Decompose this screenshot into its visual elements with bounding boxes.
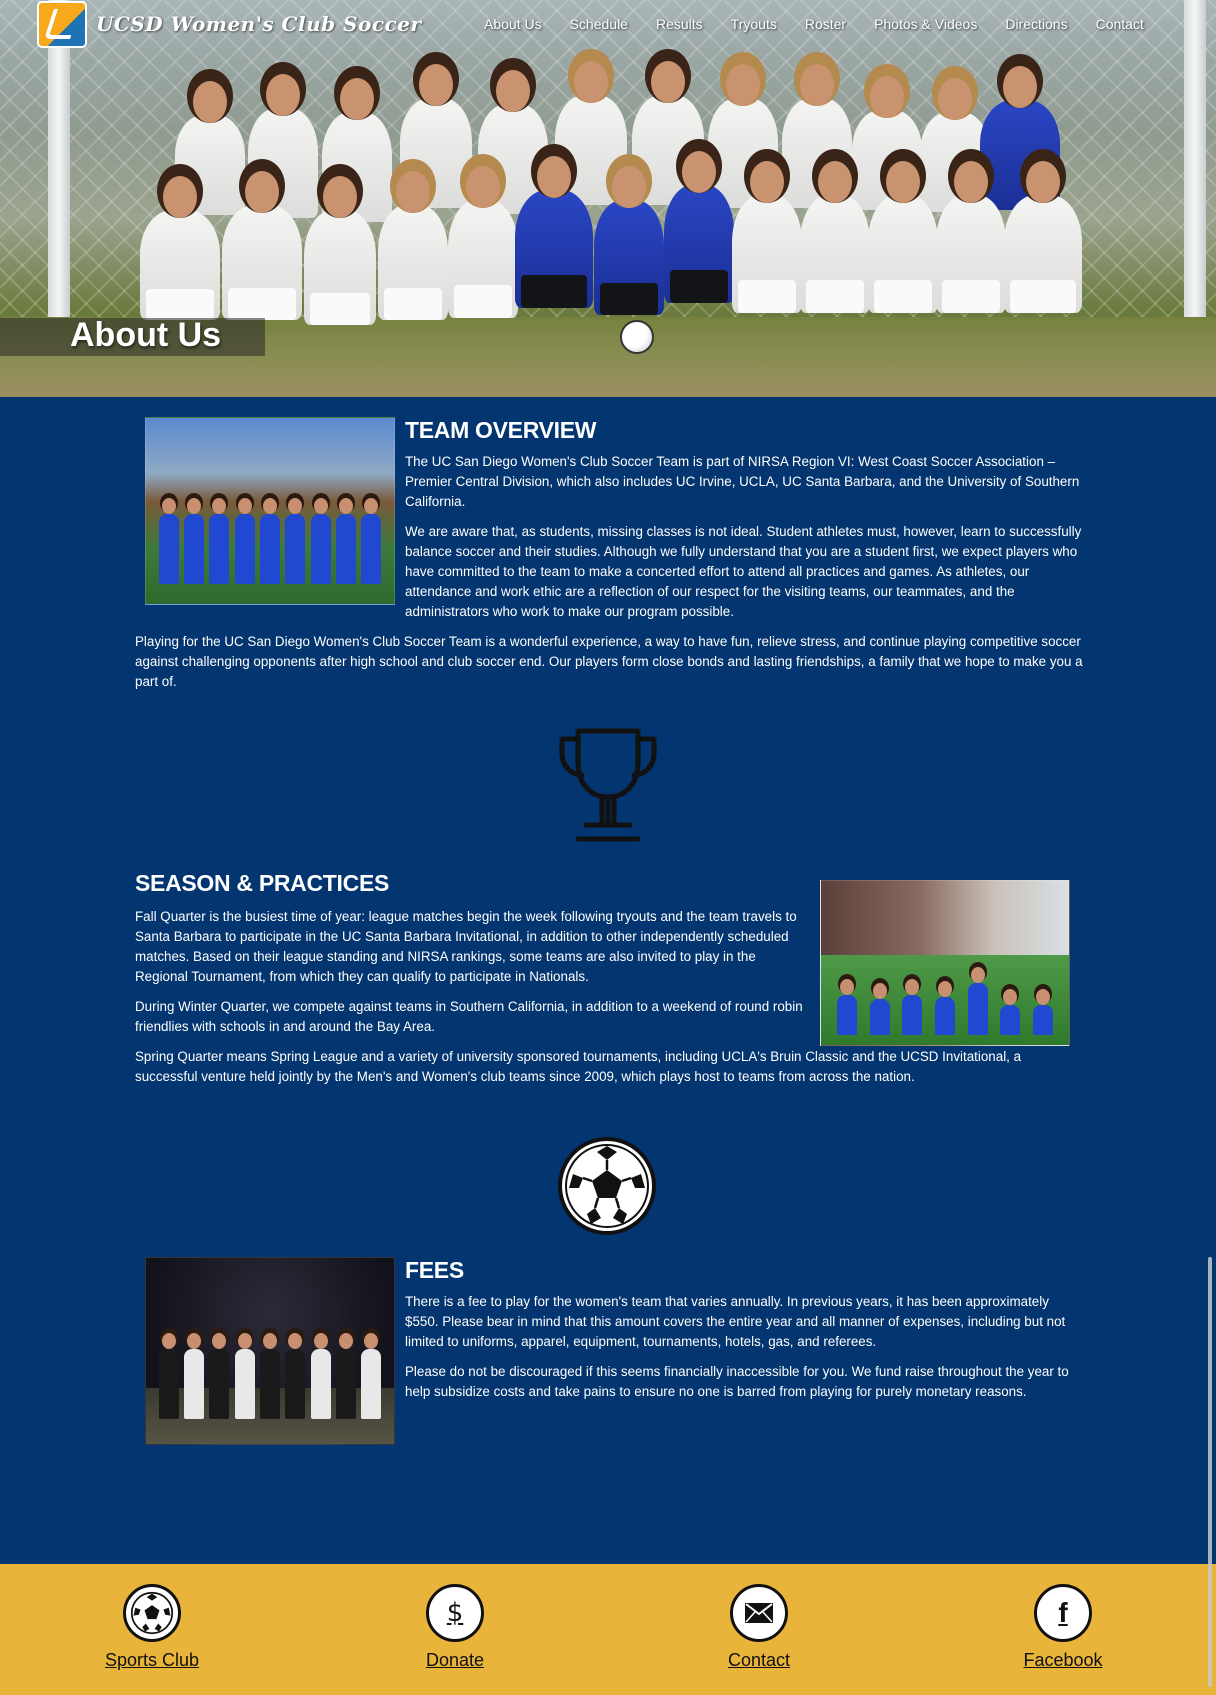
- team-player: [140, 176, 220, 320]
- fees-paragraph-2: Please do not be discouraged if this see…: [405, 1364, 1069, 1399]
- nav-tryouts[interactable]: Tryouts: [731, 16, 777, 32]
- envelope-icon: [730, 1584, 788, 1642]
- team-overview-paragraph-3: Playing for the UC San Diego Women's Clu…: [135, 634, 1083, 689]
- team-player: [515, 156, 593, 308]
- footer-contact-label: Contact: [727, 1650, 791, 1670]
- goal-post-right: [1184, 0, 1206, 320]
- fees-heading: FEES: [405, 1257, 464, 1283]
- dollar-icon: $: [426, 1584, 484, 1642]
- nav-results[interactable]: Results: [656, 16, 703, 32]
- soccer-ball: [620, 320, 654, 354]
- nav-about-us[interactable]: About Us: [484, 16, 542, 32]
- team-player: [868, 161, 938, 313]
- soccer-ball-icon: [123, 1584, 181, 1642]
- team-player: [732, 161, 802, 313]
- team-player: [304, 176, 376, 325]
- team-overview-paragraph-2: We are aware that, as students, missing …: [405, 524, 1082, 619]
- team-player: [222, 171, 302, 320]
- scrollbar[interactable]: [1208, 1257, 1212, 1687]
- team-player: [936, 161, 1006, 313]
- season-practices-paragraph-3: Spring Quarter means Spring League and a…: [135, 1049, 1022, 1084]
- team-overview-heading: TEAM OVERVIEW: [405, 417, 597, 443]
- footer-sports-club-label: Sports Club: [104, 1650, 200, 1670]
- footer-donate-label: Donate: [425, 1650, 485, 1670]
- footer: Sports Club $ Donate Contact f Facebook: [0, 1564, 1216, 1695]
- season-practices-heading: SEASON & PRACTICES: [135, 870, 390, 896]
- nav-directions[interactable]: Directions: [1005, 16, 1067, 32]
- season-practices-photo: [820, 880, 1070, 1046]
- footer-donate-link[interactable]: $ Donate: [375, 1584, 535, 1671]
- team-player: [664, 151, 734, 303]
- nav-contact[interactable]: Contact: [1096, 16, 1144, 32]
- ucsd-logo[interactable]: [37, 1, 87, 48]
- footer-facebook-link[interactable]: f Facebook: [983, 1584, 1143, 1671]
- footer-sports-club-link[interactable]: Sports Club: [72, 1584, 232, 1671]
- team-overview-paragraph-1: The UC San Diego Women's Club Soccer Tea…: [405, 454, 1080, 509]
- trophy-icon: [559, 728, 657, 842]
- site-brand[interactable]: UCSD Women's Club Soccer: [96, 12, 421, 36]
- nav-roster[interactable]: Roster: [805, 16, 846, 32]
- nav-schedule[interactable]: Schedule: [570, 16, 628, 32]
- team-player: [1004, 161, 1082, 313]
- season-practices-paragraph-1: Fall Quarter is the busiest time of year…: [135, 909, 797, 984]
- hero-banner: UCSD Women's Club Soccer About Us Schedu…: [0, 0, 1216, 397]
- team-player: [378, 171, 448, 320]
- footer-contact-link[interactable]: Contact: [679, 1584, 839, 1671]
- facebook-icon: f: [1034, 1584, 1092, 1642]
- fees-paragraph-1: There is a fee to play for the women's t…: [405, 1294, 1066, 1349]
- team-player: [448, 166, 518, 318]
- nav-photos-videos[interactable]: Photos & Videos: [874, 16, 977, 32]
- team-overview-photo: [145, 417, 395, 605]
- page-title: About Us: [70, 316, 222, 354]
- season-practices-paragraph-2: During Winter Quarter, we compete agains…: [135, 999, 803, 1034]
- fees-photo: [145, 1257, 395, 1445]
- soccer-ball-icon: [558, 1137, 656, 1235]
- main-nav: About Us Schedule Results Tryouts Roster…: [484, 16, 1172, 32]
- footer-facebook-label: Facebook: [1023, 1650, 1103, 1670]
- team-player: [594, 166, 664, 315]
- team-player: [800, 161, 870, 313]
- goal-post-left: [48, 0, 70, 320]
